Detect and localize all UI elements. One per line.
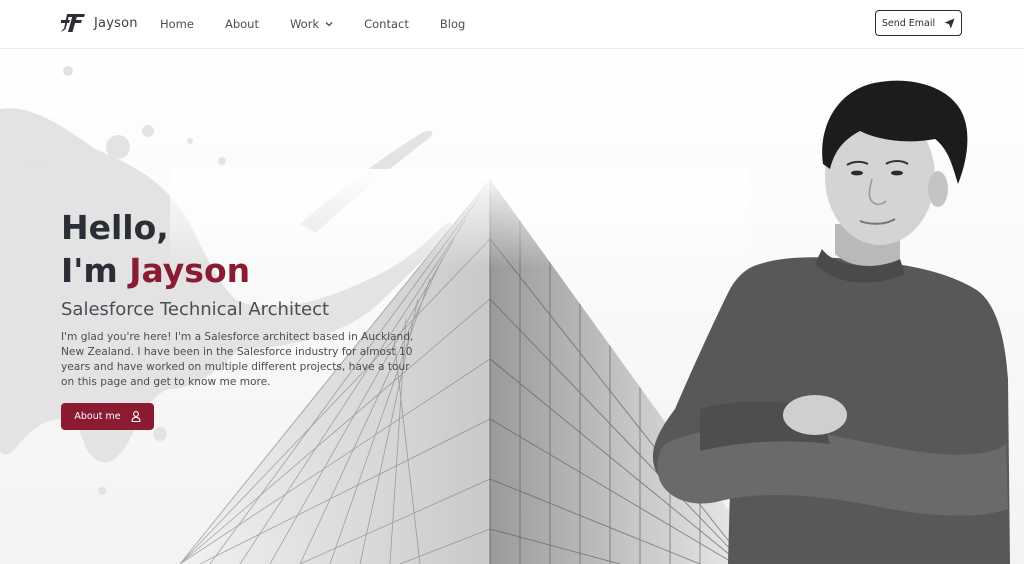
nav-contact[interactable]: Contact — [364, 17, 409, 31]
nav-work[interactable]: Work — [290, 17, 333, 31]
brand-logo[interactable]: Jayson — [61, 14, 138, 32]
send-email-button[interactable]: Send Email — [875, 10, 962, 36]
main-nav: Home About Work Contact Blog — [160, 0, 496, 48]
user-icon — [131, 411, 141, 422]
hero-greeting: Hello, — [61, 208, 169, 247]
nav-work-label: Work — [289, 17, 320, 31]
brand-name: Jayson — [94, 15, 138, 31]
hero-bio: I'm glad you're here! I'm a Salesforce a… — [61, 331, 414, 388]
nav-blog[interactable]: Blog — [440, 17, 465, 31]
hero-intro: I'm Jayson — [61, 254, 250, 287]
hero-intro-prefix: I'm — [61, 251, 130, 290]
hero-name: Jayson — [129, 251, 251, 290]
about-me-button[interactable]: About me — [61, 403, 154, 430]
paper-plane-icon — [944, 17, 955, 29]
send-email-label: Send Email — [881, 17, 936, 29]
hero-section: Hello, I'm Jayson Salesforce Technical A… — [0, 49, 1024, 564]
hero-role: Salesforce Technical Architect — [61, 299, 330, 320]
chevron-down-icon — [325, 22, 333, 27]
nav-home[interactable]: Home — [160, 17, 194, 31]
jf-logo-icon — [61, 14, 85, 32]
site-header: Jayson Home About Work Contact Blog Send… — [0, 0, 1024, 49]
nav-about[interactable]: About — [225, 17, 259, 31]
about-me-label: About me — [74, 411, 121, 422]
